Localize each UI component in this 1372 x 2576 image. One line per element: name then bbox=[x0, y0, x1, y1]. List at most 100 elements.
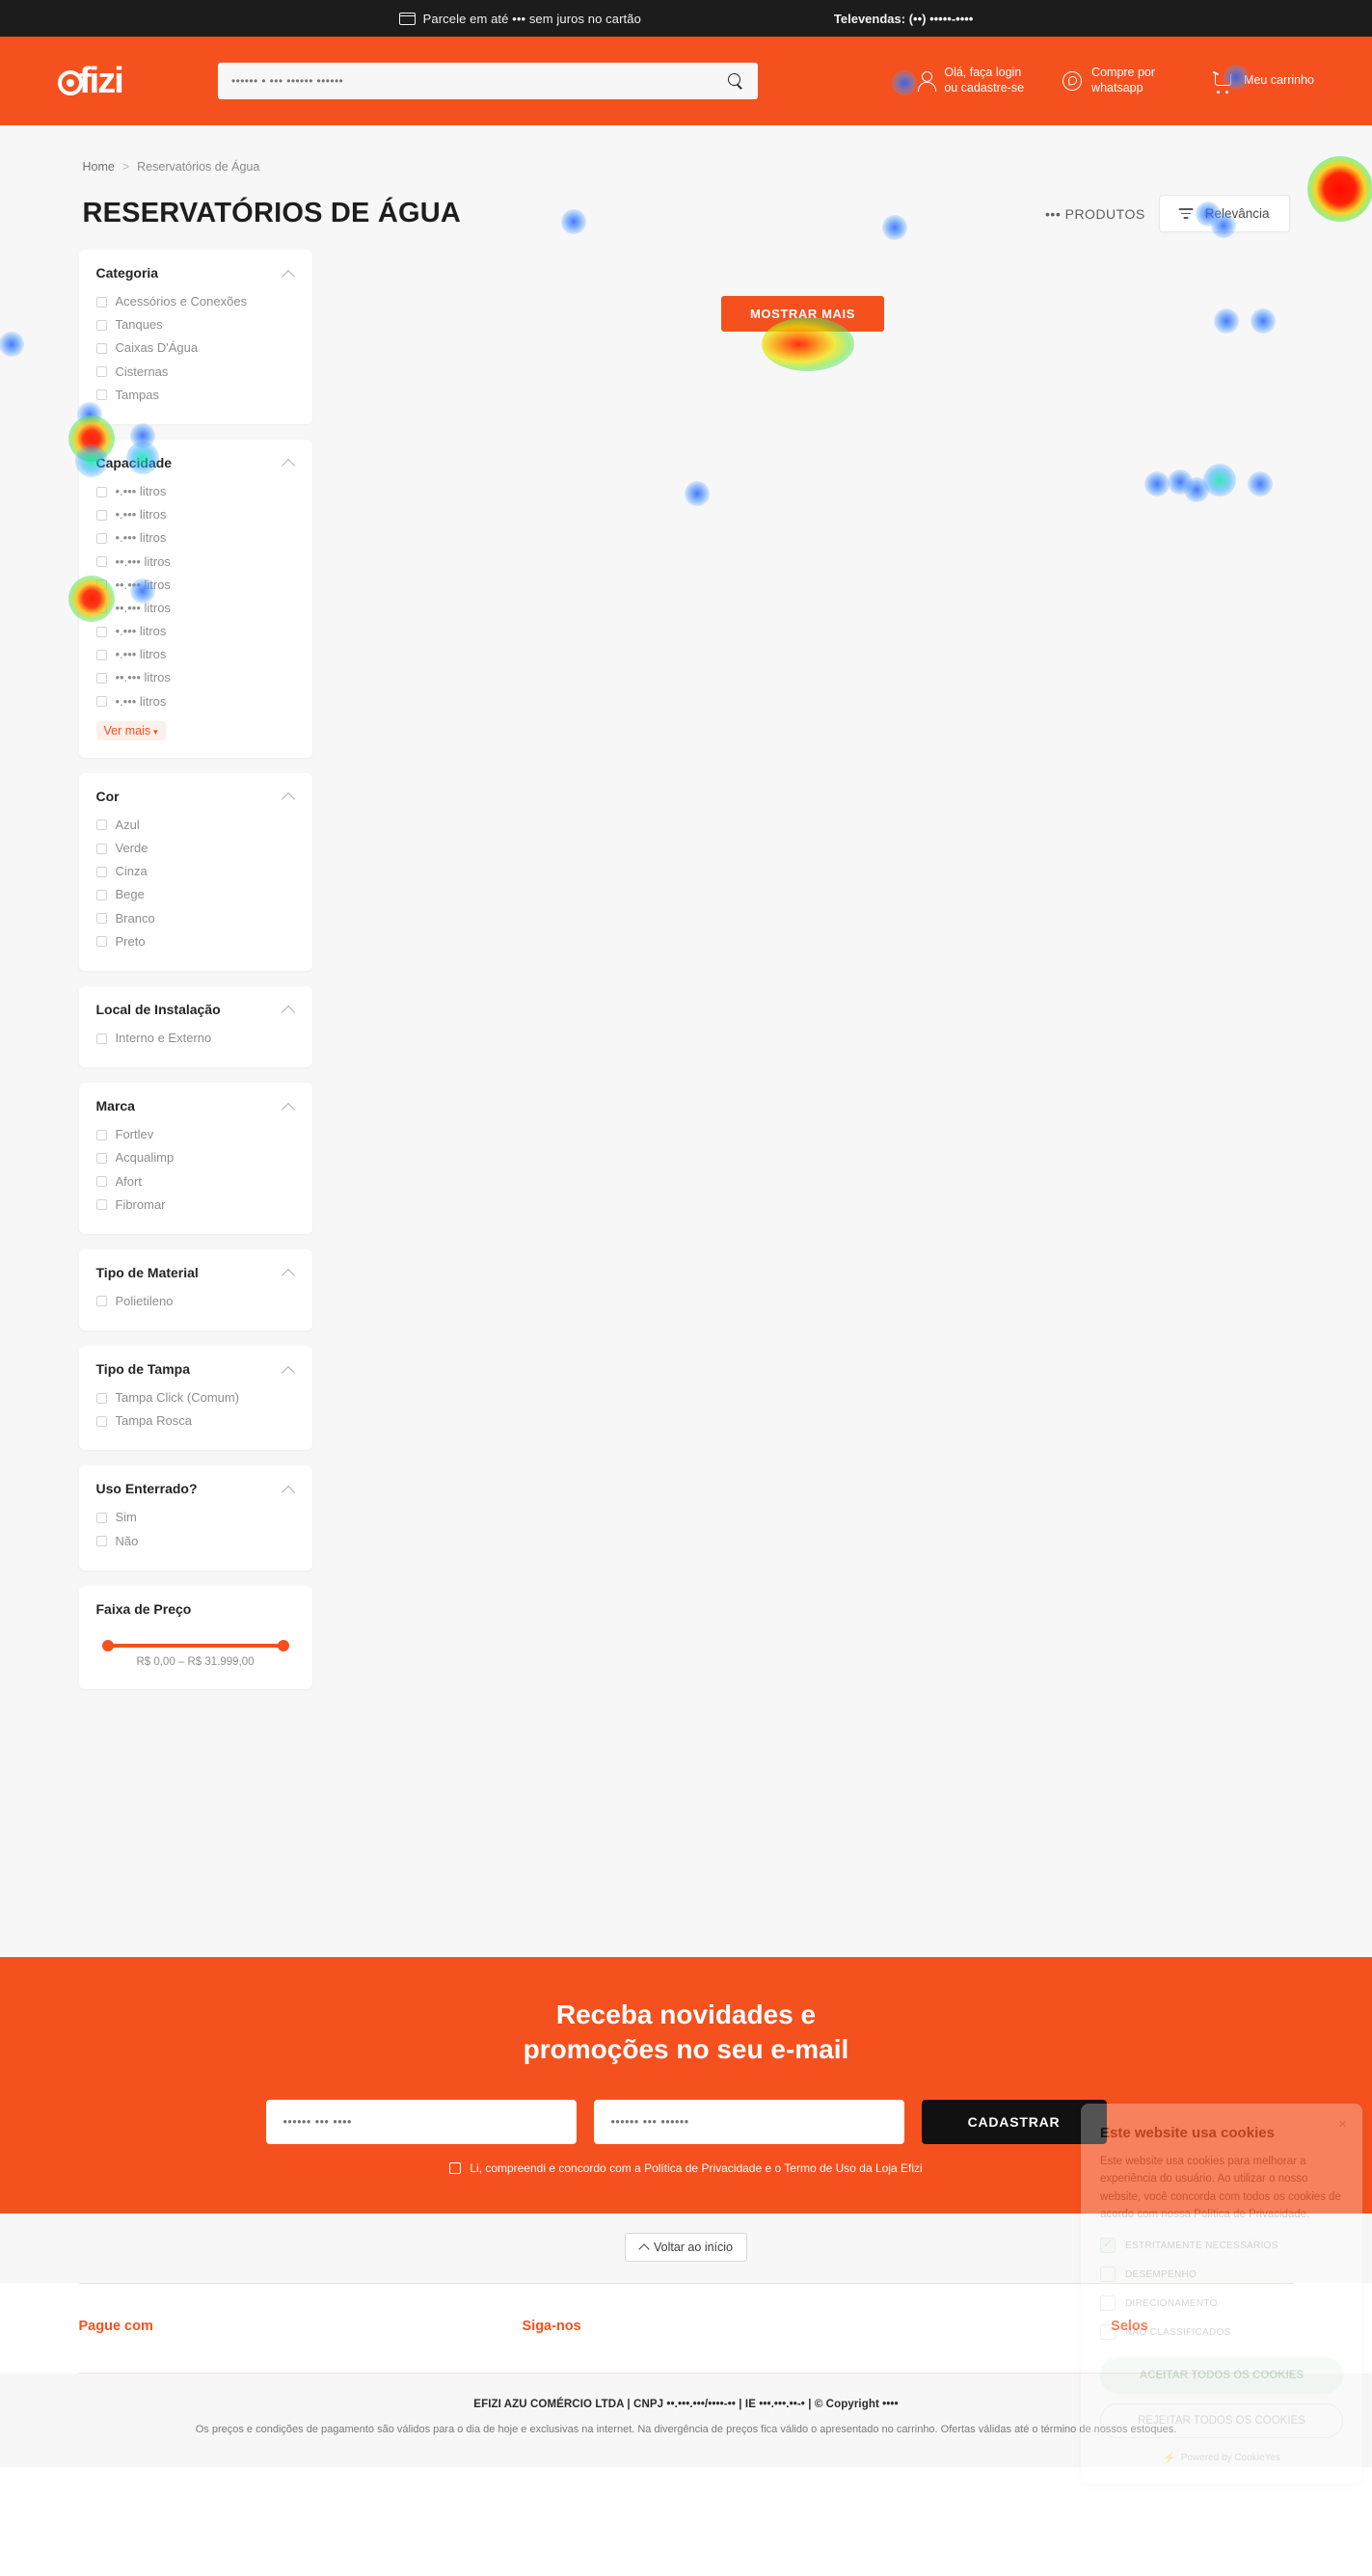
facet-option[interactable]: Fortlev bbox=[95, 1123, 295, 1146]
search-bar[interactable] bbox=[218, 63, 758, 99]
checkbox[interactable] bbox=[95, 843, 107, 854]
account-login-link[interactable]: Olá, faça login ou cadastre-se bbox=[918, 66, 1024, 95]
back-to-top-button[interactable]: Voltar ao início bbox=[625, 2232, 747, 2262]
facet-option[interactable]: Tampa Rosca bbox=[95, 1409, 295, 1433]
facet-header[interactable]: Local de Instalação bbox=[96, 1002, 295, 1017]
checkbox[interactable] bbox=[95, 1033, 107, 1044]
cookie-option-unclassified[interactable]: NÃO CLASSIFICADOS bbox=[1100, 2324, 1343, 2340]
chevron-up-icon[interactable] bbox=[282, 1363, 295, 1376]
facet-option[interactable]: Cisternas bbox=[95, 361, 295, 384]
facet-option[interactable]: •.••• litros bbox=[95, 643, 295, 666]
facet-option[interactable]: Caixas D'Água bbox=[95, 336, 295, 360]
checkbox[interactable] bbox=[95, 579, 107, 591]
checkbox[interactable] bbox=[95, 319, 107, 331]
checkbox-checked-icon[interactable] bbox=[1100, 2237, 1116, 2253]
checkbox[interactable] bbox=[95, 1392, 107, 1404]
facet-header[interactable]: Uso Enterrado? bbox=[96, 1481, 295, 1496]
slider-track[interactable] bbox=[101, 1639, 289, 1651]
checkbox[interactable] bbox=[95, 1415, 107, 1427]
show-more-products-button[interactable]: MOSTRAR MAIS bbox=[720, 296, 885, 332]
facet-option[interactable]: Branco bbox=[95, 907, 295, 930]
newsletter-email-input[interactable] bbox=[593, 2099, 904, 2144]
breadcrumb-home[interactable]: Home bbox=[83, 160, 115, 174]
facet-option[interactable]: Não bbox=[95, 1530, 295, 1553]
facet-option[interactable]: Tampas bbox=[95, 384, 295, 407]
facet-option[interactable]: Fibromar bbox=[95, 1194, 295, 1217]
checkbox[interactable] bbox=[95, 1199, 107, 1211]
chevron-up-icon[interactable] bbox=[282, 456, 295, 469]
checkbox[interactable] bbox=[95, 1536, 107, 1547]
facet-option[interactable]: •.••• litros bbox=[95, 690, 295, 713]
cookie-option-targeting[interactable]: DIRECIONAMENTO bbox=[1100, 2295, 1343, 2311]
checkbox[interactable] bbox=[95, 296, 107, 308]
checkbox[interactable] bbox=[95, 649, 107, 660]
checkbox[interactable] bbox=[95, 509, 107, 521]
checkbox[interactable] bbox=[95, 673, 107, 684]
checkbox[interactable] bbox=[95, 936, 107, 948]
cookie-consent-banner[interactable]: × Este website usa cookies Este website … bbox=[1081, 2103, 1362, 2483]
facet-option[interactable]: Bege bbox=[95, 883, 295, 906]
facet-option[interactable]: Polietileno bbox=[95, 1290, 295, 1313]
facet-option[interactable]: Preto bbox=[95, 930, 295, 953]
cookie-option-performance[interactable]: DESEMPENHO bbox=[1100, 2267, 1343, 2282]
facet-option[interactable]: Azul bbox=[95, 814, 295, 837]
checkbox[interactable] bbox=[95, 342, 107, 354]
facet-header[interactable]: Tipo de Material bbox=[96, 1265, 295, 1280]
price-range-slider[interactable]: R$ 0,00 – R$ 31.999,00 bbox=[96, 1626, 295, 1672]
checkbox[interactable] bbox=[95, 866, 107, 877]
facet-option[interactable]: Interno e Externo bbox=[95, 1027, 295, 1050]
search-input[interactable] bbox=[231, 74, 728, 88]
facet-option[interactable]: Verde bbox=[95, 837, 295, 860]
consent-checkbox[interactable] bbox=[449, 2161, 462, 2174]
chevron-up-icon[interactable] bbox=[282, 1483, 295, 1495]
facet-header[interactable]: Categoria bbox=[96, 265, 295, 281]
checkbox[interactable] bbox=[95, 819, 107, 831]
checkbox[interactable] bbox=[95, 366, 107, 378]
facet-header[interactable]: Capacidade bbox=[96, 455, 295, 470]
checkbox[interactable] bbox=[95, 532, 107, 544]
checkbox[interactable] bbox=[95, 1176, 107, 1188]
chevron-up-icon[interactable] bbox=[282, 790, 295, 802]
checkbox[interactable] bbox=[1100, 2324, 1116, 2340]
facet-option[interactable]: ••.••• litros bbox=[95, 550, 295, 574]
facet-header[interactable]: Marca bbox=[96, 1098, 295, 1114]
chevron-up-icon[interactable] bbox=[282, 1003, 295, 1015]
checkbox[interactable] bbox=[95, 556, 107, 568]
checkbox[interactable] bbox=[1100, 2267, 1116, 2282]
cart-link[interactable]: Meu carrinho bbox=[1213, 72, 1314, 94]
checkbox[interactable] bbox=[95, 1152, 107, 1164]
facet-option[interactable]: Afort bbox=[95, 1170, 295, 1194]
checkbox[interactable] bbox=[95, 1129, 107, 1140]
facet-option[interactable]: Acqualimp bbox=[95, 1146, 295, 1169]
checkbox[interactable] bbox=[95, 486, 107, 497]
checkbox[interactable] bbox=[95, 696, 107, 708]
chevron-up-icon[interactable] bbox=[282, 1266, 295, 1278]
facet-option[interactable]: Tampa Click (Comum) bbox=[95, 1386, 295, 1409]
televendas-phone[interactable]: Televendas: (••) •••••-•••• bbox=[834, 12, 973, 26]
facet-header[interactable]: Cor bbox=[96, 789, 295, 804]
whatsapp-link[interactable]: Compre por whatsapp bbox=[1063, 66, 1174, 95]
slider-handle-min[interactable] bbox=[101, 1639, 114, 1651]
newsletter-submit-button[interactable]: CADASTRAR bbox=[921, 2099, 1107, 2144]
facet-option[interactable]: ••.••• litros bbox=[95, 574, 295, 597]
chevron-up-icon[interactable] bbox=[282, 267, 295, 280]
facet-option[interactable]: ••.••• litros bbox=[95, 666, 295, 689]
facet-option[interactable]: •.••• litros bbox=[95, 526, 295, 550]
facet-option[interactable]: Cinza bbox=[95, 860, 295, 883]
show-more-capacities-link[interactable]: Ver mais ▾ bbox=[95, 720, 166, 740]
chevron-up-icon[interactable] bbox=[282, 1100, 295, 1113]
sort-dropdown[interactable]: Relevância bbox=[1158, 195, 1290, 232]
checkbox[interactable] bbox=[95, 913, 107, 925]
checkbox[interactable] bbox=[95, 1513, 107, 1524]
accept-all-cookies-button[interactable]: ACEITAR TODOS OS COOKIES bbox=[1100, 2357, 1343, 2394]
slider-handle-max[interactable] bbox=[277, 1639, 289, 1651]
facet-option[interactable]: •.••• litros bbox=[95, 480, 295, 503]
facet-option[interactable]: •.••• litros bbox=[95, 503, 295, 526]
checkbox[interactable] bbox=[95, 1296, 107, 1307]
search-icon[interactable] bbox=[728, 72, 744, 90]
efizi-logo[interactable]: fizi bbox=[58, 61, 193, 102]
facet-option[interactable]: •.••• litros bbox=[95, 620, 295, 643]
checkbox[interactable] bbox=[95, 889, 107, 900]
facet-header[interactable]: Tipo de Tampa bbox=[96, 1361, 295, 1377]
newsletter-name-input[interactable] bbox=[265, 2099, 577, 2144]
